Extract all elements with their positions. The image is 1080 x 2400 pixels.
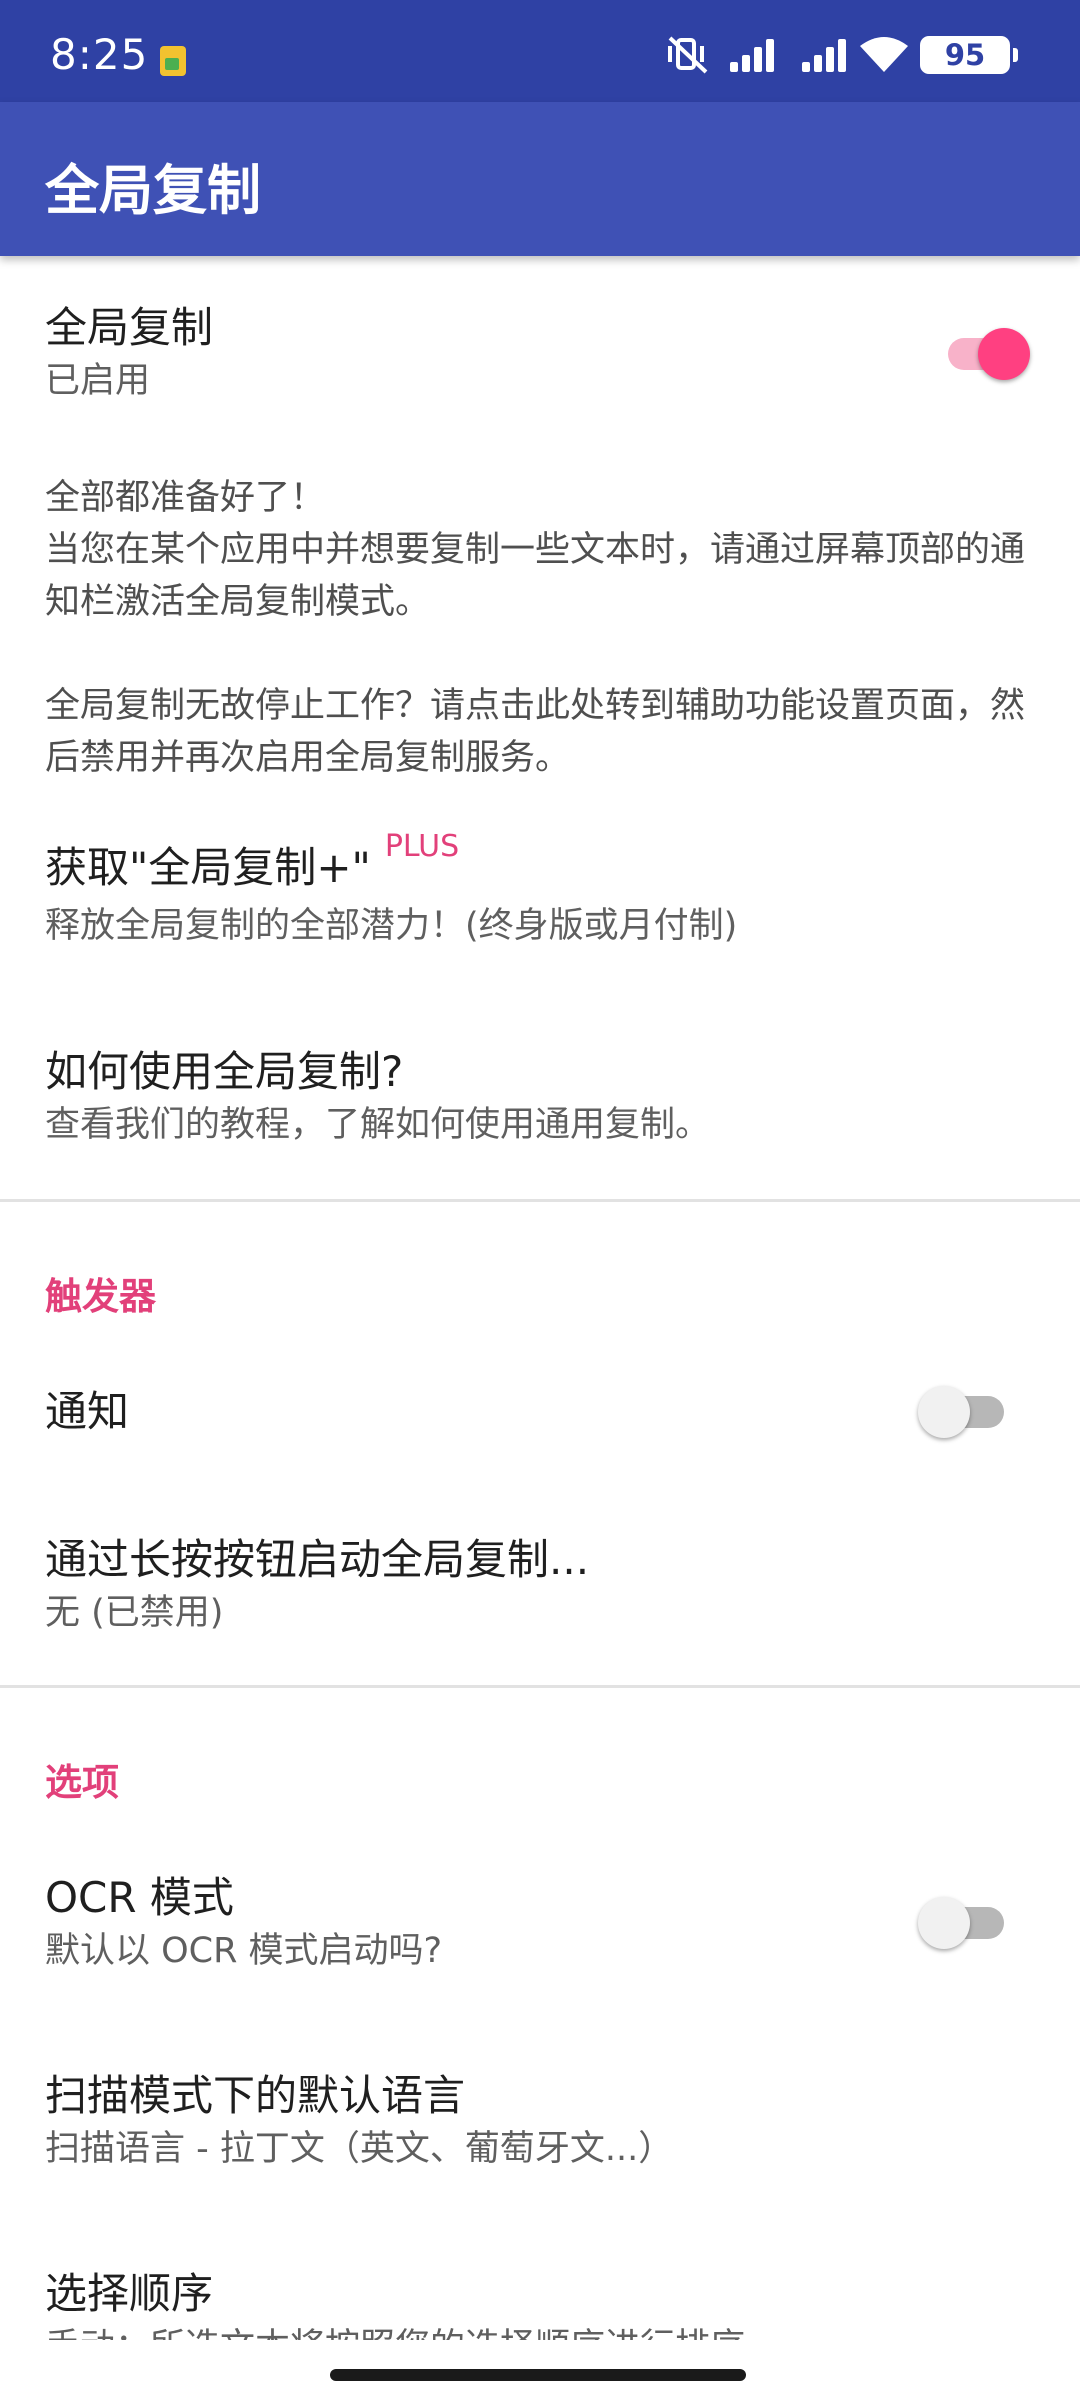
ocr-mode-title: OCR 模式 bbox=[45, 1873, 234, 1922]
ocr-mode-subtitle: 默认以 OCR 模式启动吗? bbox=[45, 1931, 443, 1971]
divider bbox=[0, 1685, 1080, 1688]
vibrate-off-icon bbox=[668, 36, 708, 74]
switch-thumb bbox=[918, 1897, 970, 1949]
accessibility-hint[interactable]: 全局复制无故停止工作？请点击此处转到辅助功能设置页面，然后禁用并再次启用全局复制… bbox=[45, 680, 1035, 784]
get-plus-title-line: 获取"全局复制+" PLUS bbox=[45, 829, 1035, 901]
how-to-row[interactable]: 如何使用全局复制? 查看我们的教程，了解如何使用通用复制。 bbox=[45, 1044, 1035, 1150]
gesture-nav-handle[interactable] bbox=[330, 2369, 746, 2381]
global-copy-row[interactable]: 全局复制 已启用 bbox=[45, 300, 1035, 406]
long-press-subtitle: 无 (已禁用) bbox=[45, 1593, 224, 1633]
how-to-subtitle: 查看我们的教程，了解如何使用通用复制。 bbox=[45, 1105, 711, 1145]
status-bar: 8:25 95 bbox=[0, 0, 1080, 102]
app-title: 全局复制 bbox=[45, 159, 261, 222]
default-language-subtitle: 扫描语言 - 拉丁文（英文、葡萄牙文...） bbox=[45, 2129, 674, 2169]
default-language-title: 扫描模式下的默认语言 bbox=[45, 2071, 466, 2120]
signal-icon bbox=[730, 39, 774, 72]
get-plus-title: 获取"全局复制+" bbox=[45, 843, 371, 892]
divider bbox=[0, 1199, 1080, 1202]
switch-thumb bbox=[978, 328, 1030, 380]
notification-row[interactable]: 通知 bbox=[45, 1384, 1035, 1440]
global-copy-switch[interactable] bbox=[940, 328, 1030, 380]
sim-card-icon bbox=[160, 46, 186, 76]
plus-badge: PLUS bbox=[384, 829, 460, 864]
global-copy-title: 全局复制 bbox=[45, 303, 214, 352]
intro-text: 全部都准备好了！ 当您在某个应用中并想要复制一些文本时，请通过屏幕顶部的通知栏激… bbox=[45, 472, 1035, 628]
long-press-row[interactable]: 通过长按按钮启动全局复制... 无 (已禁用) bbox=[45, 1532, 1035, 1638]
selection-order-title: 选择顺序 bbox=[45, 2269, 214, 2318]
triggers-header: 触发器 bbox=[45, 1275, 156, 1318]
ocr-mode-row[interactable]: OCR 模式 默认以 OCR 模式启动吗? bbox=[45, 1870, 1035, 1976]
wifi-icon bbox=[860, 37, 908, 72]
switch-thumb bbox=[918, 1386, 970, 1438]
intro-ready: 全部都准备好了！ bbox=[45, 478, 326, 518]
status-time: 8:25 bbox=[50, 30, 149, 79]
ocr-mode-switch[interactable] bbox=[918, 1897, 1008, 1949]
notification-title: 通知 bbox=[45, 1387, 130, 1436]
global-copy-status: 已启用 bbox=[45, 361, 151, 401]
battery-icon: 95 bbox=[920, 36, 1018, 74]
long-press-title: 通过长按按钮启动全局复制... bbox=[45, 1535, 590, 1584]
how-to-title: 如何使用全局复制? bbox=[45, 1047, 404, 1096]
accessibility-hint-text: 全局复制无故停止工作？请点击此处转到辅助功能设置页面，然后禁用并再次启用全局复制… bbox=[45, 686, 1026, 778]
default-language-row[interactable]: 扫描模式下的默认语言 扫描语言 - 拉丁文（英文、葡萄牙文...） bbox=[45, 2068, 1035, 2174]
intro-instructions: 当您在某个应用中并想要复制一些文本时，请通过屏幕顶部的通知栏激活全局复制模式。 bbox=[45, 530, 1026, 622]
options-header: 选项 bbox=[45, 1761, 119, 1804]
notification-switch[interactable] bbox=[918, 1386, 1008, 1438]
get-plus-subtitle: 释放全局复制的全部潜力！(终身版或月付制) bbox=[45, 906, 738, 946]
app-bar: 全局复制 bbox=[0, 102, 1080, 256]
signal-icon bbox=[802, 39, 846, 72]
get-plus-row[interactable]: 获取"全局复制+" PLUS 释放全局复制的全部潜力！(终身版或月付制) bbox=[45, 829, 1035, 951]
